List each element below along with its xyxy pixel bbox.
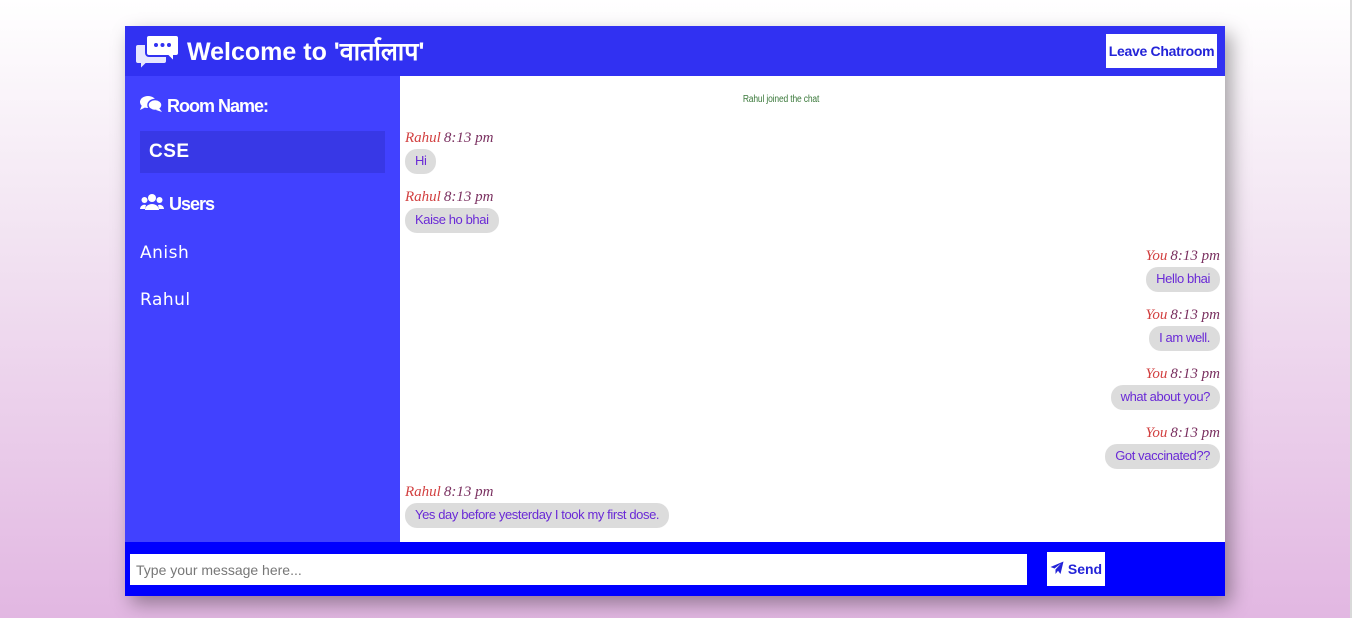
message-time: 8:13 pm <box>1170 366 1220 382</box>
message-sender: You <box>1145 248 1168 264</box>
message: Rahul 8:13 pm Yes day before yesterday I … <box>405 483 670 528</box>
app-title: Welcome to 'वार्तालाप' <box>187 38 425 66</box>
user-item: Anish <box>140 243 190 263</box>
message: You 8:13 pm what about you? <box>1110 365 1220 410</box>
messages-panel[interactable]: Rahul joined the chat Rahul 8:13 pm Hi Ra… <box>400 76 1225 542</box>
sidebar: Room Name: CSE Users Anish Rahul <box>125 76 400 542</box>
users-icon <box>140 193 164 216</box>
message-sender: You <box>1145 307 1168 323</box>
message-time: 8:13 pm <box>443 484 494 500</box>
system-message: Rahul joined the chat <box>742 94 820 105</box>
message-form: Send <box>125 542 1225 596</box>
message-bubble: what about you? <box>1110 385 1220 410</box>
send-label: Send <box>1067 561 1103 577</box>
message: You 8:13 pm Hello bhai <box>1145 247 1220 292</box>
message-time: 8:13 pm <box>443 189 494 205</box>
leave-chatroom-button[interactable]: Leave Chatroom <box>1106 34 1217 68</box>
message: Rahul 8:13 pm Kaise ho bhai <box>405 188 499 233</box>
message-sender: You <box>1145 366 1168 382</box>
users-heading: Users <box>140 193 215 216</box>
message-time: 8:13 pm <box>1170 248 1220 264</box>
chat-header: Welcome to 'वार्तालाप' Leave Chatroom <box>125 26 1225 76</box>
message-bubble: Got vaccinated?? <box>1105 444 1220 469</box>
message: You 8:13 pm Got vaccinated?? <box>1105 424 1220 469</box>
user-item: Rahul <box>140 290 191 310</box>
send-button[interactable]: Send <box>1047 552 1105 586</box>
room-name-value: CSE <box>140 131 385 173</box>
chat-bubbles-icon <box>134 32 181 73</box>
message-sender: Rahul <box>405 130 441 146</box>
users-label: Users <box>169 194 215 214</box>
message: Rahul 8:13 pm Hi <box>405 129 493 174</box>
message-time: 8:13 pm <box>1170 307 1220 323</box>
message-time: 8:13 pm <box>443 130 494 146</box>
chat-container: Welcome to 'वार्तालाप' Leave Chatroom Ro… <box>125 26 1225 596</box>
message-bubble: Hello bhai <box>1146 267 1220 292</box>
message-sender: You <box>1145 425 1168 441</box>
room-name-heading: Room Name: <box>140 95 269 118</box>
message-bubble: Kaise ho bhai <box>405 208 499 233</box>
message-bubble: I am well. <box>1149 326 1220 351</box>
comments-icon <box>140 95 163 118</box>
message-time: 8:13 pm <box>1170 425 1220 441</box>
message-input[interactable] <box>130 554 1027 585</box>
paper-plane-icon <box>1050 561 1064 578</box>
message: You 8:13 pm I am well. <box>1145 306 1220 351</box>
message-bubble: Hi <box>405 149 437 174</box>
message-bubble: Yes day before yesterday I took my first… <box>405 503 670 528</box>
room-name-label: Room Name: <box>167 96 269 116</box>
message-sender: Rahul <box>405 189 441 205</box>
message-sender: Rahul <box>405 484 441 500</box>
